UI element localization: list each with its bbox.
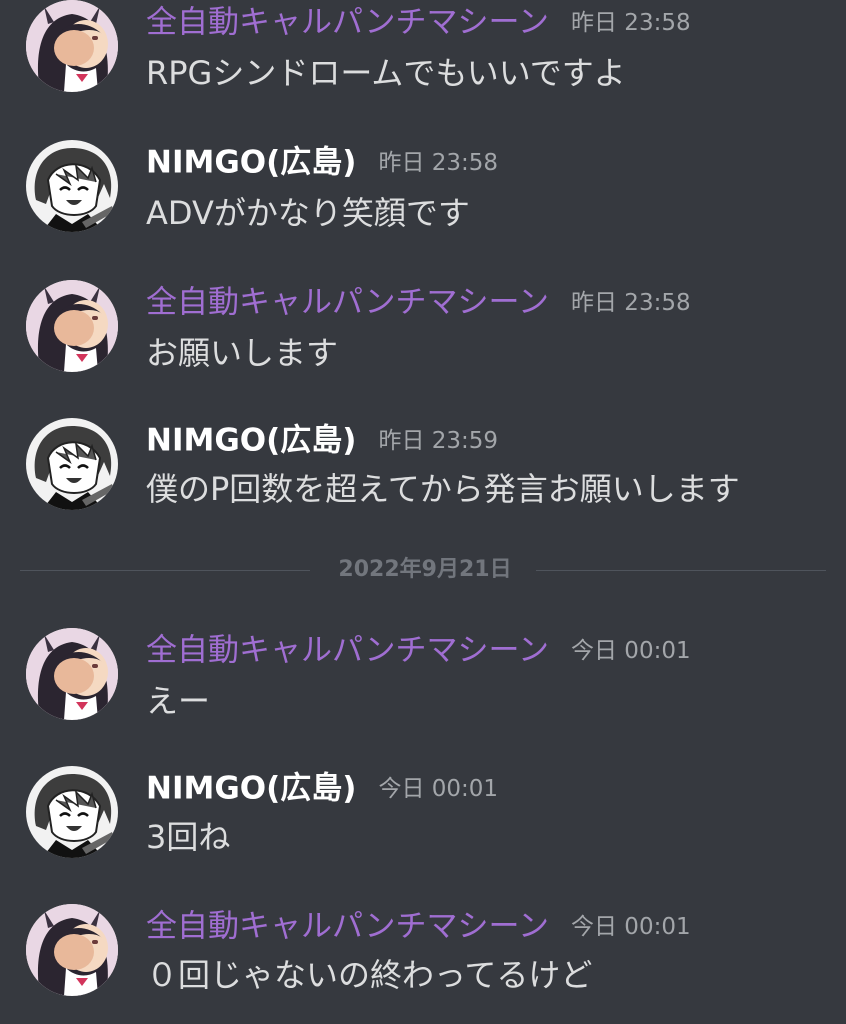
anime-girl-avatar-icon (26, 628, 118, 720)
avatar[interactable] (26, 418, 118, 510)
anime-boy-manga-avatar-icon (26, 418, 118, 510)
avatar[interactable] (26, 280, 118, 372)
timestamp: 今日 00:01 (378, 775, 499, 802)
author-name[interactable]: 全自動キャルパンチマシーン (146, 909, 549, 945)
avatar[interactable] (26, 904, 118, 996)
avatar[interactable] (26, 0, 118, 92)
message-item[interactable]: 全自動キャルパンチマシーン 今日 00:01 えー (0, 628, 846, 728)
message-header: NIMGO(広島) 昨日 23:58 (146, 144, 498, 181)
timestamp: 昨日 23:58 (571, 289, 691, 316)
avatar[interactable] (26, 628, 118, 720)
message-header: 全自動キャルパンチマシーン 昨日 23:58 (146, 284, 691, 321)
message-content: RPGシンドロームでもいいですよ (146, 54, 626, 92)
author-name[interactable]: 全自動キャルパンチマシーン (146, 5, 549, 41)
date-divider: 2022年9月21日 (20, 556, 826, 584)
avatar[interactable] (26, 766, 118, 858)
divider-line (536, 570, 826, 571)
anime-girl-avatar-icon (26, 0, 118, 92)
avatar[interactable] (26, 140, 118, 232)
message-content: ADVがかなり笑顔です (146, 194, 470, 232)
timestamp: 昨日 23:59 (378, 427, 499, 454)
message-item[interactable]: 全自動キャルパンチマシーン 昨日 23:58 お願いします (0, 280, 846, 380)
message-header: NIMGO(広島) 今日 00:01 (146, 770, 498, 807)
message-header: NIMGO(広島) 昨日 23:59 (146, 422, 498, 459)
anime-girl-avatar-icon (26, 904, 118, 996)
timestamp: 昨日 23:58 (378, 149, 499, 176)
timestamp: 昨日 23:58 (571, 9, 691, 36)
author-name[interactable]: NIMGO(広島) (146, 423, 356, 459)
message-content: えー (146, 682, 211, 720)
message-header: 全自動キャルパンチマシーン 今日 00:01 (146, 908, 691, 945)
message-item[interactable]: NIMGO(広島) 今日 00:01 3回ね (0, 766, 846, 866)
message-header: 全自動キャルパンチマシーン 昨日 23:58 (146, 4, 691, 41)
divider-line (20, 570, 310, 571)
anime-boy-manga-avatar-icon (26, 766, 118, 858)
author-name[interactable]: 全自動キャルパンチマシーン (146, 633, 549, 669)
date-divider-label: 2022年9月21日 (338, 557, 512, 582)
message-content: ０回じゃないの終わってるけど (146, 956, 593, 994)
message-item[interactable]: NIMGO(広島) 昨日 23:58 ADVがかなり笑顔です (0, 140, 846, 240)
timestamp: 今日 00:01 (571, 637, 691, 664)
message-item[interactable]: 全自動キャルパンチマシーン 昨日 23:58 RPGシンドロームでもいいですよ (0, 0, 846, 100)
message-item[interactable]: NIMGO(広島) 昨日 23:59 僕のP回数を超えてから発言お願いします (0, 418, 846, 518)
message-content: 僕のP回数を超えてから発言お願いします (146, 470, 740, 508)
anime-girl-avatar-icon (26, 280, 118, 372)
message-item[interactable]: 全自動キャルパンチマシーン 今日 00:01 ０回じゃないの終わってるけど (0, 904, 846, 1004)
message-content: お願いします (146, 334, 339, 372)
message-content: 3回ね (146, 818, 231, 856)
author-name[interactable]: 全自動キャルパンチマシーン (146, 285, 549, 321)
anime-boy-manga-avatar-icon (26, 140, 118, 232)
author-name[interactable]: NIMGO(広島) (146, 145, 356, 181)
message-header: 全自動キャルパンチマシーン 今日 00:01 (146, 632, 691, 669)
timestamp: 今日 00:01 (571, 913, 691, 940)
author-name[interactable]: NIMGO(広島) (146, 771, 356, 807)
